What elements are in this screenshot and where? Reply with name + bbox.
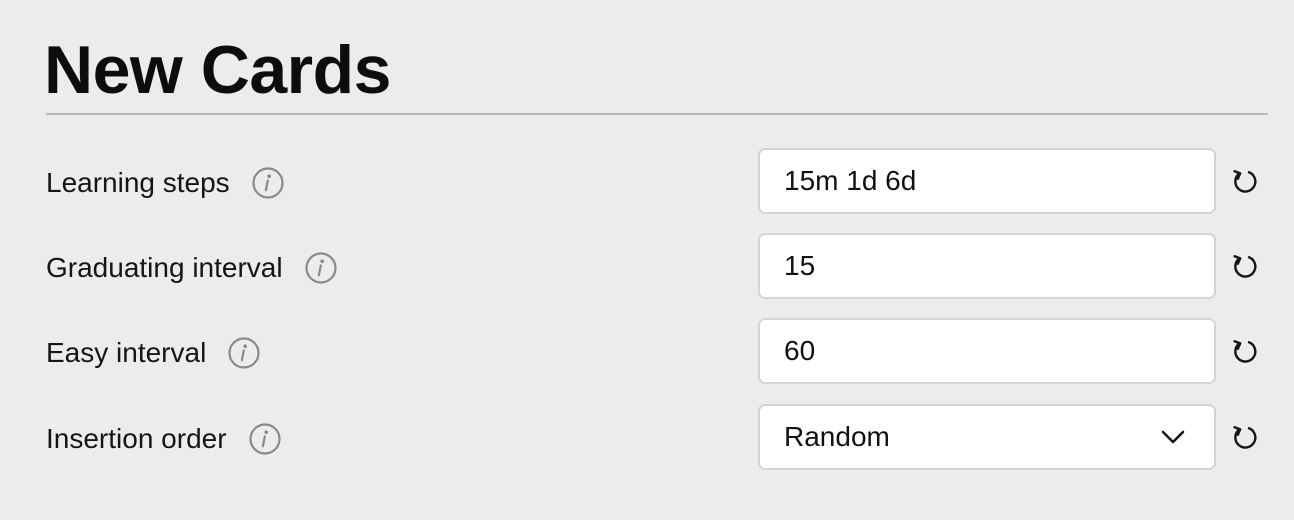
reset-icon[interactable] [1228, 250, 1260, 282]
learning-steps-value: 15m 1d 6d [784, 165, 917, 196]
info-icon[interactable] [252, 167, 284, 199]
info-icon[interactable] [228, 337, 260, 369]
graduating-interval-label: Graduating interval [46, 252, 283, 283]
easy-interval-input[interactable]: 60 [758, 318, 1216, 384]
setting-row-graduating-interval: Graduating interval 15 [0, 233, 1294, 303]
insertion-order-label: Insertion order [46, 423, 227, 454]
graduating-interval-value: 15 [784, 250, 816, 281]
insertion-order-value: Random [784, 421, 890, 452]
info-icon[interactable] [304, 252, 337, 284]
easy-interval-value: 60 [784, 335, 816, 366]
section-divider [46, 113, 1268, 115]
easy-interval-label: Easy interval [46, 337, 207, 368]
info-icon[interactable] [248, 423, 281, 455]
reset-icon[interactable] [1228, 421, 1260, 453]
section-title: New Cards [44, 32, 391, 108]
setting-row-insertion-order: Insertion order Random [0, 404, 1294, 474]
insertion-order-select[interactable]: Random [758, 404, 1216, 470]
graduating-interval-input[interactable]: 15 [758, 233, 1216, 299]
reset-icon[interactable] [1228, 165, 1260, 197]
setting-row-easy-interval: Easy interval 60 [0, 318, 1294, 388]
learning-steps-input[interactable]: 15m 1d 6d [758, 148, 1216, 214]
chevron-down-icon [1161, 430, 1185, 444]
setting-row-learning-steps: Learning steps 15m 1d 6d [0, 148, 1294, 218]
learning-steps-label: Learning steps [46, 167, 230, 198]
reset-icon[interactable] [1228, 335, 1260, 367]
